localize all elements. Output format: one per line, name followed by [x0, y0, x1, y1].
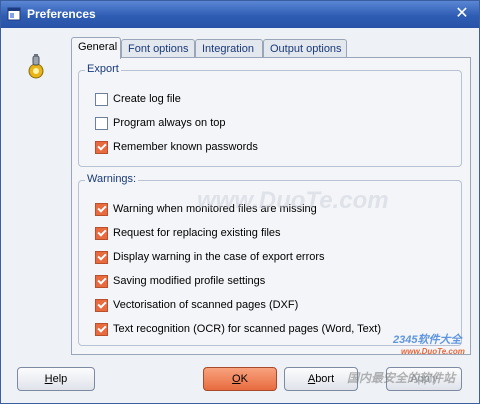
create-log-file-checkbox[interactable]: Create log file — [95, 91, 181, 107]
checkbox-label: Create log file — [113, 93, 181, 105]
checkbox-label: Program always on top — [113, 117, 226, 129]
close-icon[interactable]: ✕ — [453, 5, 471, 23]
checkbox-box[interactable] — [95, 202, 108, 216]
export-group: Export Create log file Program always on… — [78, 63, 462, 167]
checkbox-box[interactable] — [95, 274, 108, 288]
checkbox-box[interactable] — [95, 250, 108, 264]
gear-lightbulb-icon — [28, 54, 44, 79]
checkbox-label: Saving modified profile settings — [113, 275, 266, 287]
tab-font-options[interactable]: Font options — [121, 39, 195, 57]
checkbox-label: Display warning in the case of export er… — [113, 251, 325, 263]
export-error-warning-checkbox[interactable]: Display warning in the case of export er… — [95, 249, 325, 265]
abort-button[interactable]: Abort — [284, 367, 358, 391]
tab-label: Output options — [270, 43, 342, 55]
window-title: Preferences — [27, 7, 96, 21]
save-profile-settings-checkbox[interactable]: Saving modified profile settings — [95, 273, 265, 289]
request-replace-files-checkbox[interactable]: Request for replacing existing files — [95, 225, 281, 241]
checkbox-label: Warning when monitored files are missing — [113, 203, 317, 215]
tab-label: Font options — [128, 43, 189, 55]
preferences-dialog: Preferences ✕ General Font options Integ… — [0, 0, 480, 404]
checkbox-box[interactable] — [95, 140, 108, 154]
help-button[interactable]: Help — [17, 367, 95, 391]
checkbox-label: Request for replacing existing files — [113, 227, 281, 239]
checkbox-box[interactable] — [95, 116, 108, 130]
remember-known-passwords-checkbox[interactable]: Remember known passwords — [95, 139, 258, 155]
tab-output-options[interactable]: Output options — [263, 39, 347, 57]
tab-label: General — [78, 41, 118, 53]
apply-button[interactable]: Apply — [386, 367, 462, 391]
button-label: K — [240, 373, 248, 385]
tab-label: Integration — [202, 43, 254, 55]
export-group-label: Export — [85, 63, 121, 75]
button-label: Apply — [410, 373, 438, 385]
vectorisation-dxf-checkbox[interactable]: Vectorisation of scanned pages (DXF) — [95, 297, 298, 313]
checkbox-box[interactable] — [95, 322, 108, 336]
warn-missing-files-checkbox[interactable]: Warning when monitored files are missing — [95, 201, 317, 217]
checkbox-label: Remember known passwords — [113, 141, 258, 153]
checkbox-label: Vectorisation of scanned pages (DXF) — [113, 299, 299, 311]
title-bar[interactable]: Preferences ✕ — [1, 1, 479, 28]
general-tab-panel: Export Create log file Program always on… — [71, 57, 471, 355]
tab-general[interactable]: General — [71, 37, 121, 59]
checkbox-box[interactable] — [95, 226, 108, 240]
ocr-recognition-checkbox[interactable]: Text recognition (OCR) for scanned pages… — [95, 321, 381, 337]
button-accelerator: H — [44, 373, 53, 385]
warnings-group-label: Warnings: — [85, 173, 139, 185]
checkbox-box[interactable] — [95, 298, 108, 312]
checkbox-label: Text recognition (OCR) for scanned pages… — [113, 323, 381, 335]
preferences-window-icon — [7, 7, 21, 21]
checkbox-box[interactable] — [95, 92, 108, 106]
button-accelerator: O — [232, 373, 241, 385]
ok-button[interactable]: OK — [203, 367, 277, 391]
button-label: elp — [52, 373, 68, 385]
program-always-on-top-checkbox[interactable]: Program always on top — [95, 115, 226, 131]
button-label: bort — [315, 373, 335, 385]
tab-integration[interactable]: Integration — [195, 39, 263, 57]
warnings-group: Warnings: Warning when monitored files a… — [78, 173, 462, 346]
